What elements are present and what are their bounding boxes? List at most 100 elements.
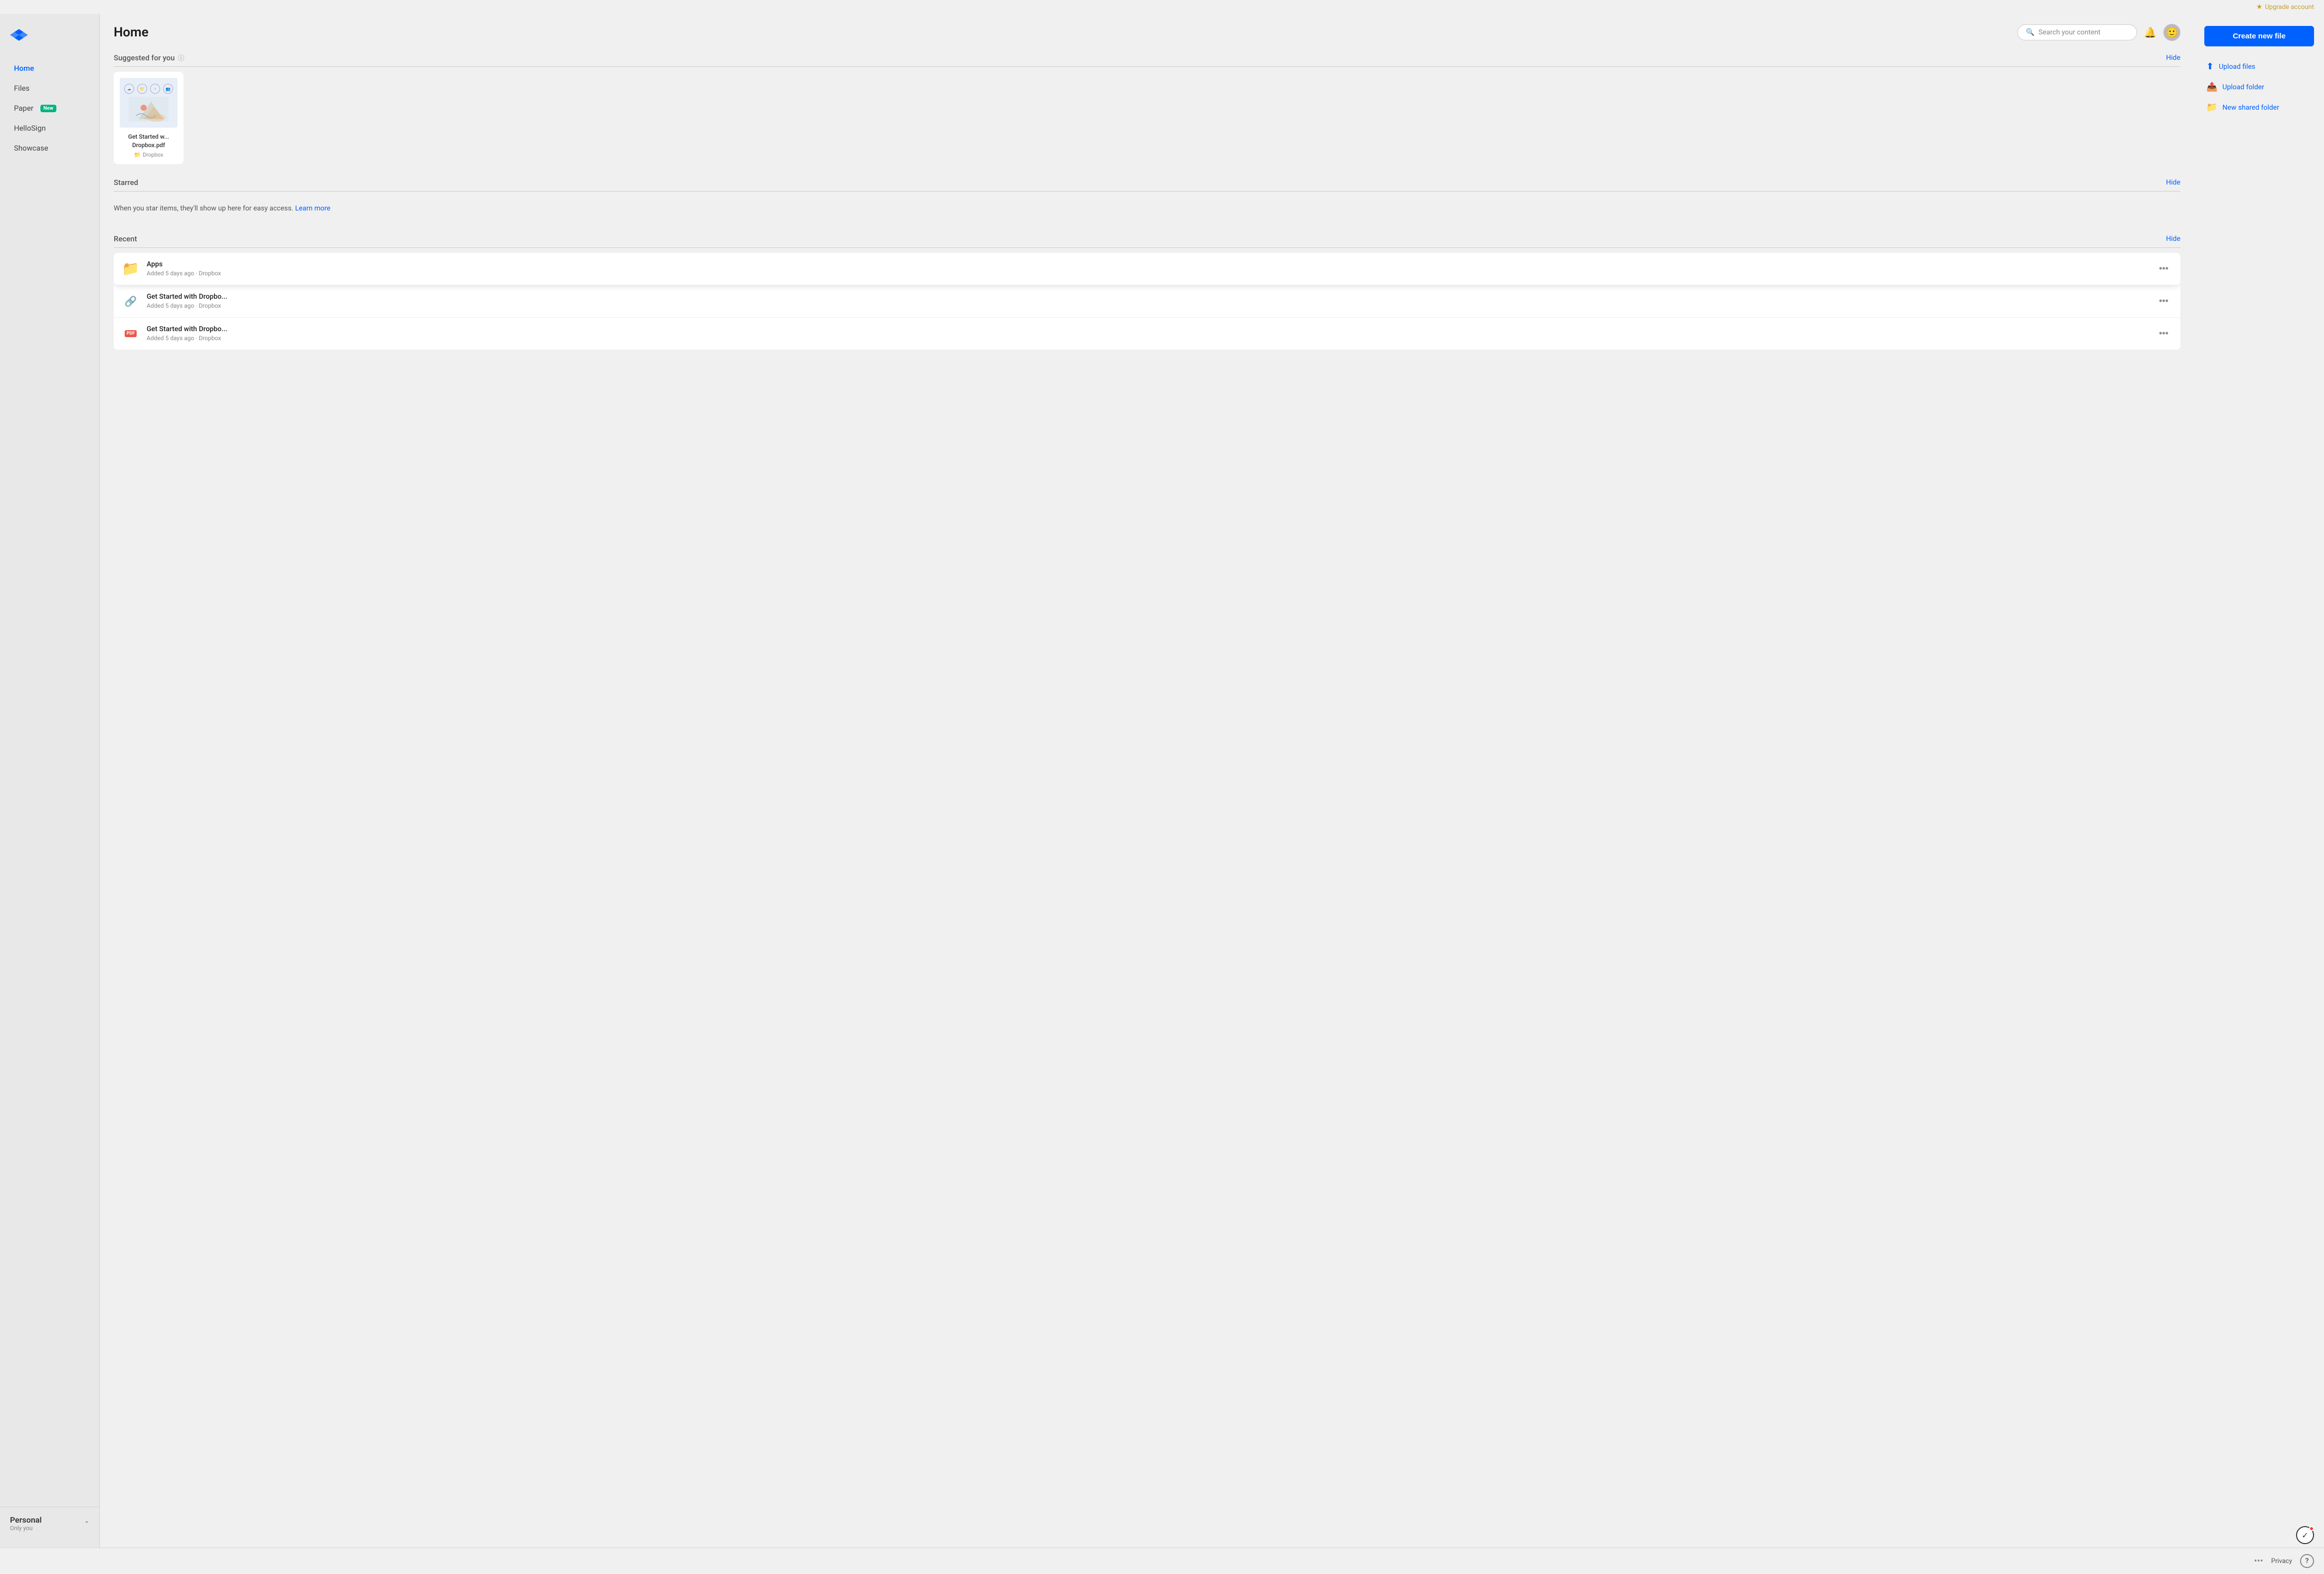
sidebar-home-label: Home bbox=[14, 64, 34, 73]
upload-folder-label: Upload folder bbox=[2222, 83, 2264, 91]
suggested-cards: ☁ 📁 ↑ 👥 bbox=[114, 72, 2180, 164]
check-icon: ✓ bbox=[2302, 1531, 2308, 1540]
suggested-section: Suggested for you ⓘ Hide ☁ 📁 ↑ bbox=[114, 53, 2180, 164]
search-placeholder: Search your content bbox=[2039, 28, 2101, 36]
link-item-icon: 🔗 bbox=[122, 292, 140, 310]
thumb-icon-2: 📁 bbox=[137, 84, 147, 94]
recent-title-label: Recent bbox=[114, 234, 137, 243]
starred-hide-button[interactable]: Hide bbox=[2166, 179, 2180, 187]
apps-item-name: Apps bbox=[147, 260, 2155, 268]
pdf-item-name: Get Started with Dropbo... bbox=[147, 325, 2155, 333]
account-toggle[interactable]: Personal Only you ⌃ bbox=[10, 1515, 89, 1532]
main-area: Home 🔍 Search your content 🔔 🙂 Sugg bbox=[100, 14, 2324, 1548]
suggested-title: Suggested for you ⓘ bbox=[114, 53, 184, 62]
recent-hide-button[interactable]: Hide bbox=[2166, 235, 2180, 243]
sidebar-item-showcase[interactable]: Showcase bbox=[4, 139, 95, 158]
thumb-icon-4: 👥 bbox=[163, 84, 173, 94]
page-title: Home bbox=[114, 25, 149, 40]
account-subtitle: Only you bbox=[10, 1525, 42, 1532]
sidebar-showcase-label: Showcase bbox=[14, 144, 48, 153]
footer-privacy-link[interactable]: Privacy bbox=[2271, 1558, 2292, 1565]
account-name: Personal bbox=[10, 1515, 42, 1525]
pdf-item-info: Get Started with Dropbo... Added 5 days … bbox=[147, 325, 2155, 342]
dropbox-logo-icon bbox=[10, 26, 28, 44]
sidebar-logo[interactable] bbox=[0, 22, 99, 58]
upload-folder-icon: 📤 bbox=[2206, 82, 2217, 92]
sidebar-files-label: Files bbox=[14, 84, 29, 93]
apps-item-info: Apps Added 5 days ago · Dropbox bbox=[147, 260, 2155, 277]
recent-title: Recent bbox=[114, 234, 137, 243]
pdf-more-button[interactable]: ••• bbox=[2155, 326, 2172, 341]
starred-empty-message: When you star items, they'll show up her… bbox=[114, 197, 2180, 220]
upload-files-action[interactable]: ⬆ Upload files bbox=[2204, 56, 2314, 77]
recent-item-link[interactable]: 🔗 Get Started with Dropbo... Added 5 day… bbox=[114, 285, 2180, 318]
sidebar-item-home[interactable]: Home bbox=[4, 59, 95, 78]
apps-more-button[interactable]: ••• bbox=[2155, 261, 2172, 276]
new-shared-folder-icon: 📁 bbox=[2206, 102, 2217, 113]
starred-section: Starred Hide When you star items, they'l… bbox=[114, 178, 2180, 220]
thumb-content: ☁ 📁 ↑ 👥 bbox=[120, 78, 178, 128]
link-item-name: Get Started with Dropbo... bbox=[147, 293, 2155, 301]
sidebar-item-paper[interactable]: Paper New bbox=[4, 99, 95, 118]
sidebar: Home Files Paper New HelloSign Showcase … bbox=[0, 14, 100, 1548]
search-bar[interactable]: 🔍 Search your content bbox=[2017, 24, 2137, 40]
chevron-icon: ⌃ bbox=[84, 1520, 89, 1527]
link-item-meta: Added 5 days ago · Dropbox bbox=[147, 302, 2155, 309]
suggested-hide-button[interactable]: Hide bbox=[2166, 54, 2180, 62]
pdf-item-meta: Added 5 days ago · Dropbox bbox=[147, 335, 2155, 342]
footer-help-button[interactable]: ? bbox=[2300, 1554, 2314, 1568]
upload-files-icon: ⬆ bbox=[2206, 61, 2214, 72]
thumb-icon-3: ↑ bbox=[150, 84, 160, 94]
link-icon: 🔗 bbox=[125, 295, 137, 307]
suggested-section-header: Suggested for you ⓘ Hide bbox=[114, 53, 2180, 67]
sidebar-navigation: Home Files Paper New HelloSign Showcase bbox=[0, 58, 99, 1507]
folder-blue-icon: 📁 bbox=[122, 260, 140, 277]
apps-item-meta: Added 5 days ago · Dropbox bbox=[147, 270, 2155, 277]
card-thumbnail: ☁ 📁 ↑ 👥 bbox=[120, 78, 178, 128]
recent-section: Recent Hide 📁 Apps Added 5 days ago · Dr… bbox=[114, 234, 2180, 350]
top-bar: ★ Upgrade account bbox=[0, 0, 2324, 14]
info-icon[interactable]: ⓘ bbox=[178, 53, 184, 62]
floating-check-button[interactable]: ✓ bbox=[2296, 1526, 2314, 1544]
upgrade-account-link[interactable]: ★ Upgrade account bbox=[2256, 3, 2314, 11]
recent-item-apps[interactable]: 📁 Apps Added 5 days ago · Dropbox ••• bbox=[114, 253, 2180, 285]
starred-title-label: Starred bbox=[114, 178, 138, 187]
suggested-card-item[interactable]: ☁ 📁 ↑ 👥 bbox=[114, 72, 184, 164]
thumb-icons-row: ☁ 📁 ↑ 👥 bbox=[124, 84, 173, 94]
sidebar-paper-label: Paper bbox=[14, 104, 33, 113]
pdf-badge: PDF bbox=[125, 330, 137, 337]
app-body: Home Files Paper New HelloSign Showcase … bbox=[0, 14, 2324, 1548]
check-notification-dot bbox=[2309, 1526, 2314, 1531]
paper-new-badge: New bbox=[40, 105, 56, 112]
learn-more-link[interactable]: Learn more bbox=[295, 204, 331, 212]
apps-folder-icon: 📁 bbox=[122, 260, 140, 278]
new-shared-folder-action[interactable]: 📁 New shared folder bbox=[2204, 97, 2314, 118]
user-avatar[interactable]: 🙂 bbox=[2163, 24, 2180, 41]
starred-section-header: Starred Hide bbox=[114, 178, 2180, 192]
avatar-emoji: 🙂 bbox=[2166, 26, 2178, 38]
search-icon: 🔍 bbox=[2026, 28, 2034, 36]
suggested-title-label: Suggested for you bbox=[114, 53, 175, 62]
upload-folder-action[interactable]: 📤 Upload folder bbox=[2204, 77, 2314, 97]
notifications-button[interactable]: 🔔 bbox=[2144, 26, 2156, 39]
sidebar-item-hellosign[interactable]: HelloSign bbox=[4, 119, 95, 138]
create-new-file-button[interactable]: Create new file bbox=[2204, 26, 2314, 46]
card-folder: 📁 Dropbox bbox=[120, 152, 178, 158]
right-panel: Create new file ⬆ Upload files 📤 Upload … bbox=[2194, 14, 2324, 1548]
recent-item-pdf[interactable]: PDF Get Started with Dropbo... Added 5 d… bbox=[114, 318, 2180, 350]
card-folder-name: Dropbox bbox=[143, 152, 163, 158]
footer-more-button[interactable]: ••• bbox=[2254, 1556, 2263, 1567]
sidebar-item-files[interactable]: Files bbox=[4, 79, 95, 98]
new-shared-folder-label: New shared folder bbox=[2222, 104, 2279, 112]
link-more-button[interactable]: ••• bbox=[2155, 294, 2172, 308]
link-item-info: Get Started with Dropbo... Added 5 days … bbox=[147, 293, 2155, 309]
starred-title: Starred bbox=[114, 178, 138, 187]
recent-list: 📁 Apps Added 5 days ago · Dropbox ••• 🔗 bbox=[114, 253, 2180, 350]
footer: ••• Privacy ? bbox=[0, 1548, 2324, 1574]
folder-small-icon: 📁 bbox=[134, 152, 141, 158]
header-actions: 🔍 Search your content 🔔 🙂 bbox=[2017, 24, 2180, 41]
pdf-item-icon: PDF bbox=[122, 325, 140, 343]
sidebar-hellosign-label: HelloSign bbox=[14, 124, 46, 133]
starred-empty-text: When you star items, they'll show up her… bbox=[114, 204, 293, 212]
action-list: ⬆ Upload files 📤 Upload folder 📁 New sha… bbox=[2204, 56, 2314, 118]
